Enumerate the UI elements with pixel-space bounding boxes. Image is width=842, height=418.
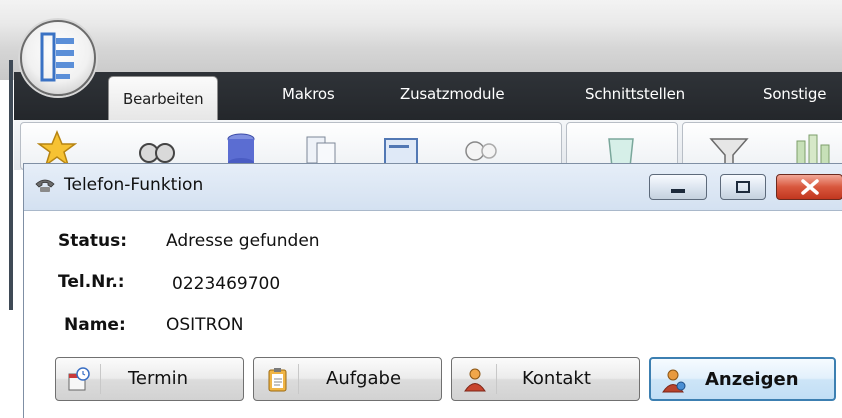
- clipboard-task-icon: [268, 368, 287, 392]
- kontakt-separator: [496, 364, 497, 394]
- close-button[interactable]: [776, 174, 842, 200]
- dialog-title: Telefon-Funktion: [64, 175, 204, 195]
- close-icon: [801, 179, 819, 195]
- telefon-funktion-dialog: Telefon-Funktion Status: Adresse gefunde…: [23, 163, 842, 418]
- tab-bearbeiten[interactable]: Bearbeiten: [108, 76, 219, 121]
- termin-separator: [100, 364, 101, 394]
- maximize-icon: [736, 181, 750, 193]
- status-value: Adresse gefunden: [166, 231, 320, 251]
- app-window-frame: [9, 60, 13, 310]
- tab-makros[interactable]: Makros: [282, 74, 335, 114]
- tab-schnittstellen[interactable]: Schnittstellen: [585, 74, 685, 114]
- app-title-area: [0, 0, 842, 80]
- minimize-icon: [671, 189, 685, 193]
- status-label: Status:: [58, 231, 127, 251]
- tree-structure-icon: [40, 32, 74, 82]
- calendar-clock-icon: [68, 367, 90, 391]
- maximize-button[interactable]: [720, 174, 766, 200]
- termin-label: Termin: [128, 368, 189, 389]
- aufgabe-separator: [298, 364, 299, 394]
- telephone-icon: [35, 179, 55, 192]
- ribbon-tab-strip: Bearbeiten Makros Zusatzmodule Schnittst…: [14, 72, 842, 121]
- aufgabe-label: Aufgabe: [326, 368, 402, 389]
- aufgabe-button[interactable]: Aufgabe: [253, 357, 442, 401]
- telnr-value: 0223469700: [172, 274, 281, 294]
- minimize-button[interactable]: [649, 174, 707, 200]
- telnr-label: Tel.Nr.:: [58, 272, 125, 292]
- kontakt-label: Kontakt: [522, 368, 591, 389]
- name-label: Name:: [64, 315, 126, 335]
- anzeigen-label: Anzeigen: [705, 369, 799, 390]
- anzeigen-button[interactable]: Anzeigen: [649, 357, 836, 401]
- tab-sonstige[interactable]: Sonstige: [763, 74, 826, 114]
- app-menu-orb[interactable]: [20, 20, 96, 96]
- termin-button[interactable]: Termin: [55, 357, 244, 401]
- kontakt-button[interactable]: Kontakt: [451, 357, 640, 401]
- tab-zusatzmodule[interactable]: Zusatzmodule: [400, 74, 505, 114]
- dialog-titlebar[interactable]: Telefon-Funktion: [24, 164, 842, 211]
- contact-person-icon: [464, 368, 486, 392]
- show-contact-icon: [662, 369, 686, 393]
- name-value: OSITRON: [166, 315, 244, 335]
